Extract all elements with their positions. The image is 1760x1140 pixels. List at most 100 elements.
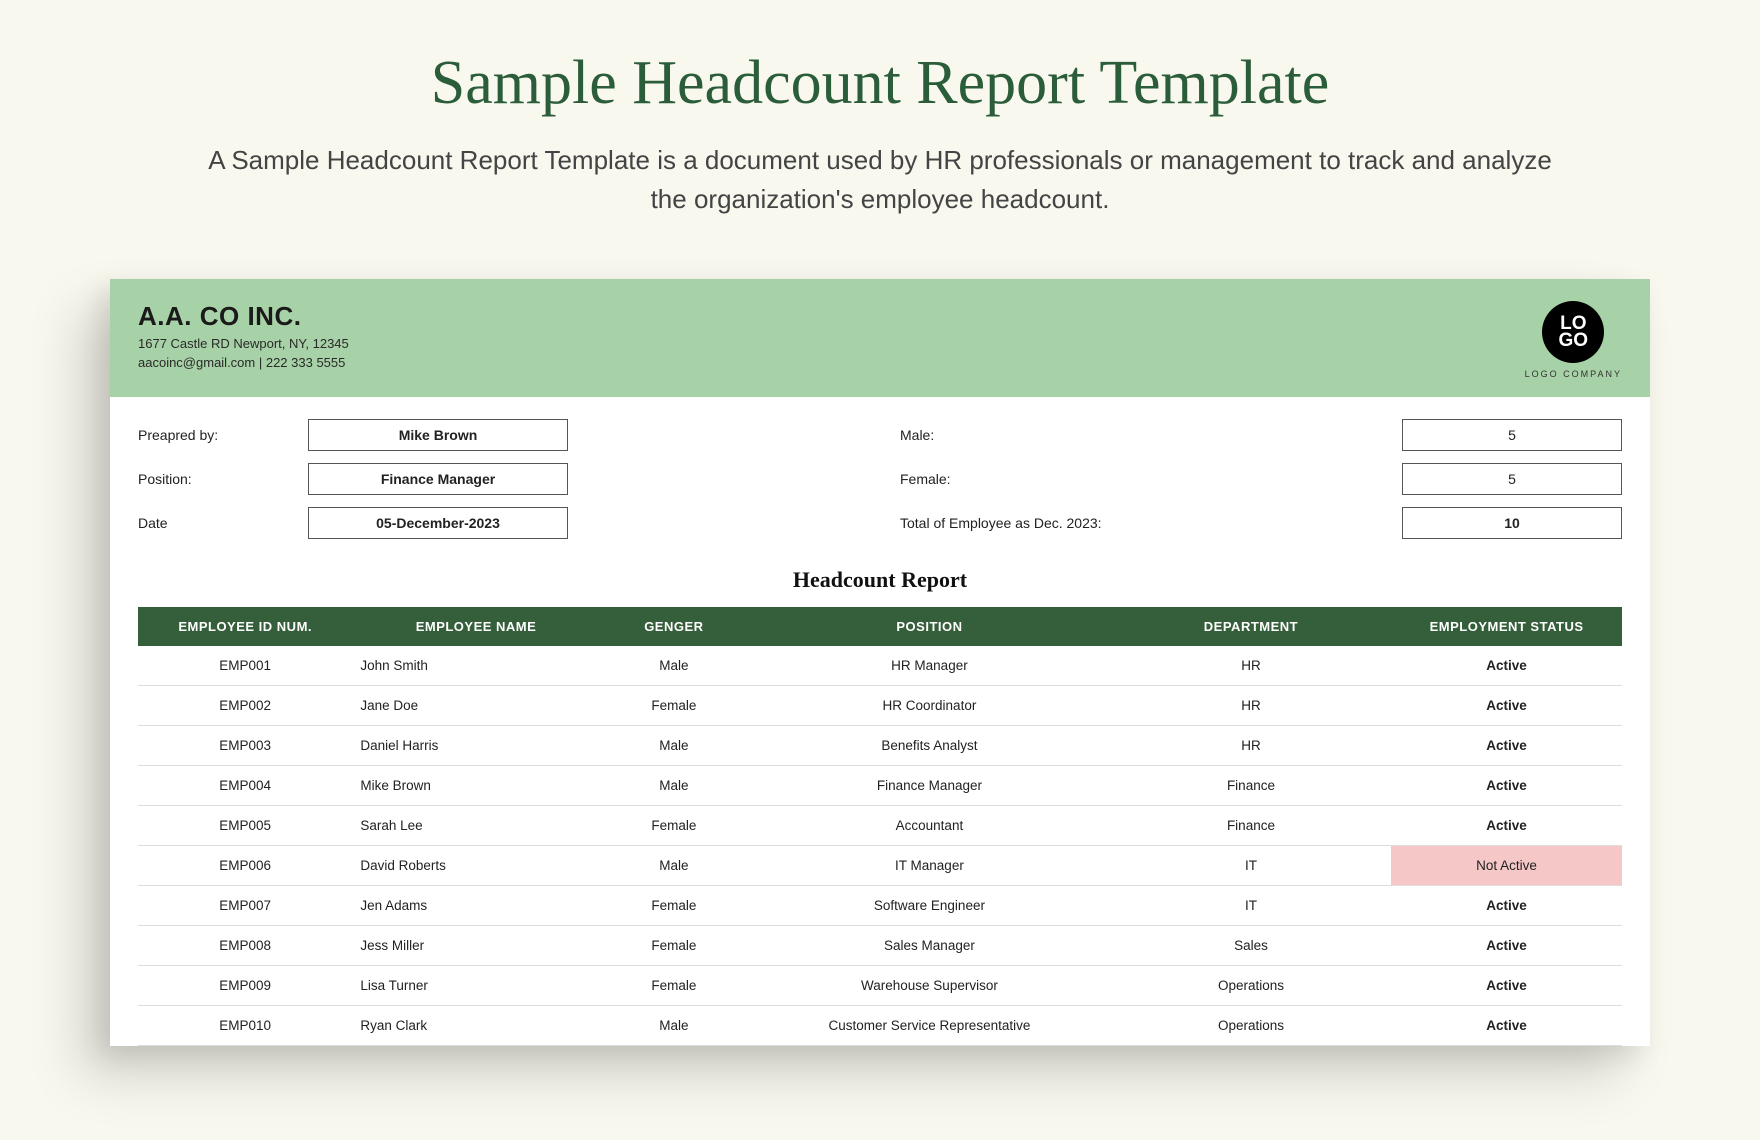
company-name: A.A. CO INC. [138,301,349,332]
table-header: GENGER [600,607,748,646]
table-cell-name: Jane Doe [352,686,599,726]
meta-value-box[interactable]: Finance Manager [308,463,568,495]
status-badge: Active [1391,926,1622,966]
table-cell-gender: Male [600,646,748,686]
table-cell-department: Finance [1111,766,1391,806]
meta-field: Male: 5 [900,419,1622,451]
company-address: 1677 Castle RD Newport, NY, 12345 [138,336,349,351]
meta-value-box[interactable]: 10 [1402,507,1622,539]
meta-label: Position: [138,471,308,487]
meta-field: Date05-December-2023 [138,507,860,539]
meta-field: Position:Finance Manager [138,463,860,495]
table-header: POSITION [748,607,1111,646]
table-header: DEPARTMENT [1111,607,1391,646]
status-badge: Active [1391,726,1622,766]
status-badge: Active [1391,646,1622,686]
table-cell-gender: Female [600,966,748,1006]
table-cell-position: Software Engineer [748,886,1111,926]
table-row: EMP003Daniel HarrisMaleBenefits AnalystH… [138,726,1622,766]
meta-value-box[interactable]: Mike Brown [308,419,568,451]
table-cell-department: IT [1111,886,1391,926]
table-cell-id: EMP006 [138,846,352,886]
table-cell-name: Ryan Clark [352,1006,599,1046]
table-cell-position: HR Coordinator [748,686,1111,726]
table-cell-gender: Female [600,886,748,926]
table-cell-department: IT [1111,846,1391,886]
table-cell-position: Finance Manager [748,766,1111,806]
status-badge: Active [1391,806,1622,846]
table-cell-name: David Roberts [352,846,599,886]
status-badge: Active [1391,886,1622,926]
document-preview: A.A. CO INC. 1677 Castle RD Newport, NY,… [110,279,1650,1046]
table-row: EMP002Jane DoeFemaleHR CoordinatorHRActi… [138,686,1622,726]
status-badge: Active [1391,1006,1622,1046]
table-cell-id: EMP001 [138,646,352,686]
document-header: A.A. CO INC. 1677 Castle RD Newport, NY,… [110,279,1650,397]
meta-label: Female: [900,471,1362,487]
table-row: EMP004Mike BrownMaleFinance ManagerFinan… [138,766,1622,806]
status-badge: Active [1391,766,1622,806]
table-cell-id: EMP009 [138,966,352,1006]
table-cell-position: HR Manager [748,646,1111,686]
meta-value-box[interactable]: 5 [1402,419,1622,451]
headcount-table: EMPLOYEE ID NUM.EMPLOYEE NAMEGENGERPOSIT… [138,607,1622,1046]
table-cell-id: EMP007 [138,886,352,926]
table-cell-id: EMP008 [138,926,352,966]
table-cell-gender: Male [600,726,748,766]
status-badge: Active [1391,966,1622,1006]
company-contact: aacoinc@gmail.com | 222 333 5555 [138,355,349,370]
table-cell-position: IT Manager [748,846,1111,886]
table-cell-id: EMP010 [138,1006,352,1046]
table-row: EMP007Jen AdamsFemaleSoftware EngineerIT… [138,886,1622,926]
table-header: EMPLOYEE NAME [352,607,599,646]
page-title: Sample Headcount Report Template [0,0,1760,119]
meta-field: Preapred by:Mike Brown [138,419,860,451]
meta-value-box[interactable]: 5 [1402,463,1622,495]
table-cell-department: HR [1111,646,1391,686]
status-badge: Active [1391,686,1622,726]
table-cell-department: Sales [1111,926,1391,966]
table-cell-department: Finance [1111,806,1391,846]
meta-label: Total of Employee as Dec. 2023: [900,515,1362,531]
table-cell-department: HR [1111,726,1391,766]
table-cell-department: HR [1111,686,1391,726]
table-cell-name: Lisa Turner [352,966,599,1006]
table-cell-name: Daniel Harris [352,726,599,766]
table-cell-position: Warehouse Supervisor [748,966,1111,1006]
table-row: EMP008Jess MillerFemaleSales ManagerSale… [138,926,1622,966]
table-cell-id: EMP002 [138,686,352,726]
table-header: EMPLOYEE ID NUM. [138,607,352,646]
meta-field: Total of Employee as Dec. 2023: 10 [900,507,1622,539]
table-cell-name: Jess Miller [352,926,599,966]
table-cell-department: Operations [1111,1006,1391,1046]
meta-value-box[interactable]: 05-December-2023 [308,507,568,539]
table-cell-gender: Female [600,926,748,966]
table-header: EMPLOYMENT STATUS [1391,607,1622,646]
table-cell-position: Customer Service Representative [748,1006,1111,1046]
table-row: EMP010Ryan ClarkMaleCustomer Service Rep… [138,1006,1622,1046]
table-cell-gender: Female [600,686,748,726]
meta-label: Male: [900,427,1362,443]
table-row: EMP006David RobertsMaleIT ManagerITNot A… [138,846,1622,886]
page-description: A Sample Headcount Report Template is a … [190,141,1570,219]
meta-field: Female: 5 [900,463,1622,495]
logo: LO GO LOGO COMPANY [1525,301,1622,379]
logo-caption: LOGO COMPANY [1525,369,1622,379]
meta-label: Preapred by: [138,427,308,443]
logo-text-bottom: GO [1559,332,1589,349]
table-cell-name: Sarah Lee [352,806,599,846]
table-cell-name: Mike Brown [352,766,599,806]
table-cell-id: EMP003 [138,726,352,766]
table-row: EMP005Sarah LeeFemaleAccountantFinanceAc… [138,806,1622,846]
table-row: EMP001John SmithMaleHR ManagerHRActive [138,646,1622,686]
table-cell-name: Jen Adams [352,886,599,926]
table-cell-position: Sales Manager [748,926,1111,966]
status-badge: Not Active [1391,846,1622,886]
table-cell-id: EMP004 [138,766,352,806]
table-cell-gender: Male [600,766,748,806]
table-cell-gender: Female [600,806,748,846]
table-cell-position: Benefits Analyst [748,726,1111,766]
table-cell-name: John Smith [352,646,599,686]
logo-icon: LO GO [1542,301,1604,363]
meta-label: Date [138,515,308,531]
